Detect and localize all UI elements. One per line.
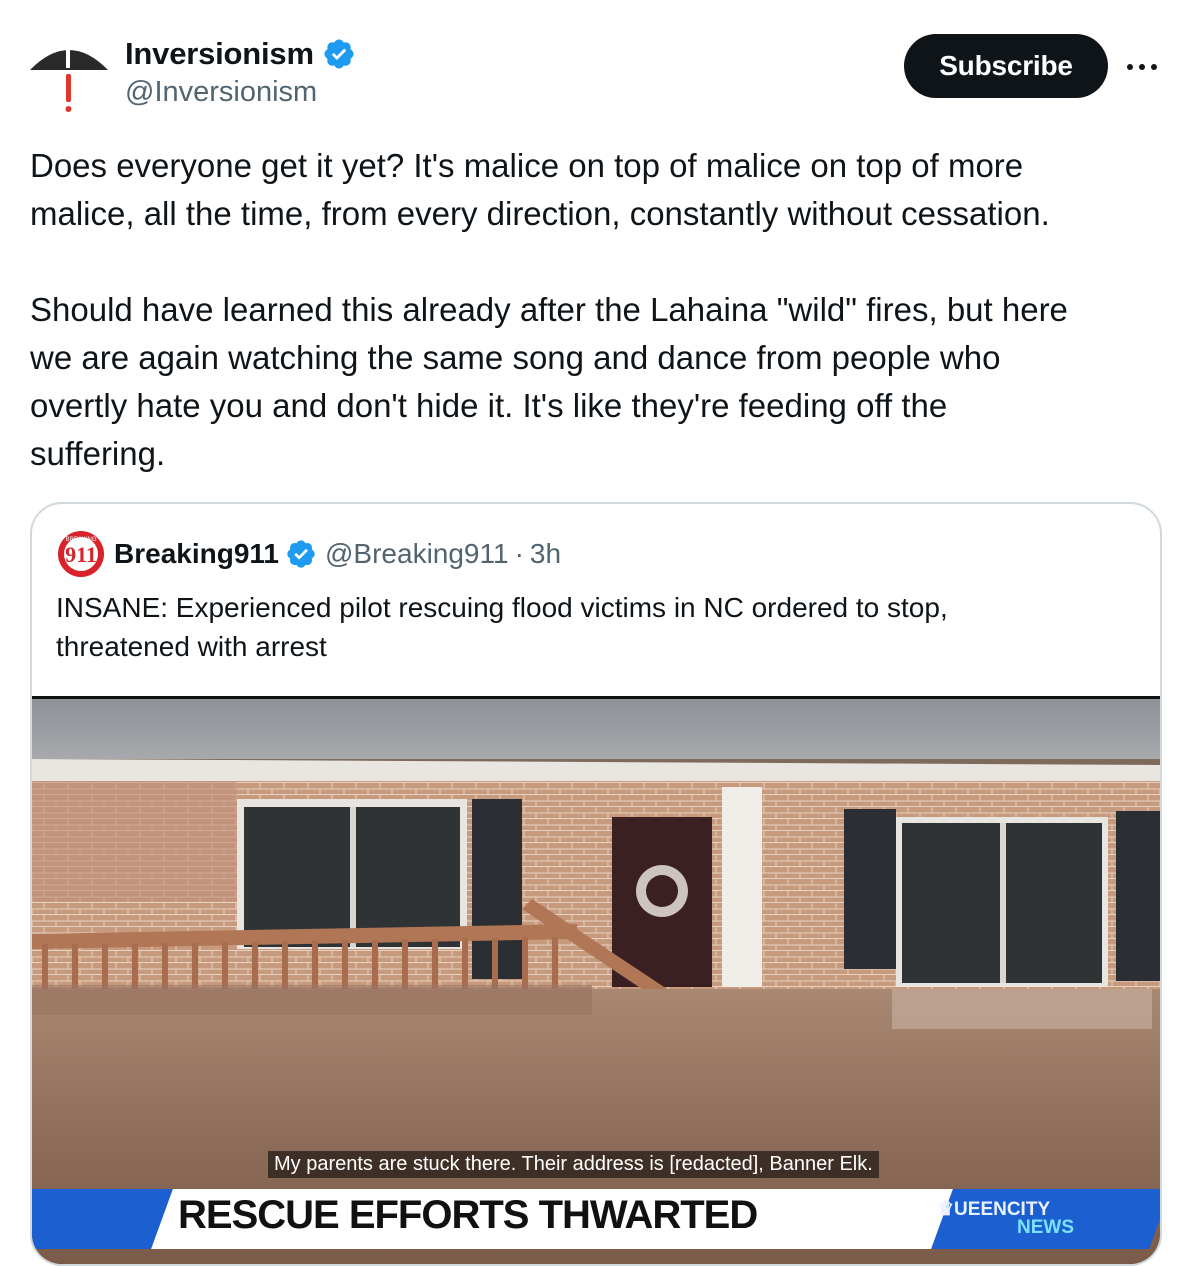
- news-headline: RESCUE EFFORTS THWARTED: [178, 1193, 758, 1237]
- svg-text:BREAKING: BREAKING: [65, 537, 96, 543]
- news-lower-third: RESCUE EFFORTS THWARTED ♛UEENCITY NEWS: [32, 1189, 1160, 1264]
- subscribe-button[interactable]: Subscribe: [904, 34, 1108, 98]
- author-display-name[interactable]: Inversionism: [125, 36, 314, 72]
- quoted-video-thumbnail[interactable]: My parents are stuck there. Their addres…: [32, 696, 1160, 1264]
- video-caption: My parents are stuck there. Their addres…: [268, 1151, 879, 1178]
- svg-text:911: 911: [65, 542, 97, 567]
- tweet-body-text: Does everyone get it yet? It's malice on…: [30, 147, 1068, 472]
- quoted-tweet-card[interactable]: 911 BREAKING Breaking911 @Breaking911 · …: [30, 502, 1162, 1266]
- quoted-handle[interactable]: @Breaking911: [325, 538, 509, 570]
- station-name-line2: NEWS: [1017, 1217, 1074, 1238]
- quoted-display-name[interactable]: Breaking911: [114, 538, 279, 570]
- author-avatar[interactable]: [28, 34, 110, 114]
- separator-dot: ·: [514, 538, 524, 569]
- author-handle[interactable]: @Inversionism: [125, 76, 317, 109]
- quoted-tweet-text: INSANE: Experienced pilot rescuing flood…: [56, 592, 948, 662]
- more-options-icon[interactable]: [1124, 52, 1160, 82]
- breaking911-logo-icon[interactable]: 911 BREAKING: [56, 529, 106, 579]
- quoted-verified-badge-icon: [285, 538, 317, 570]
- umbrella-logo-icon: [30, 40, 108, 112]
- quoted-tweet-header: 911 BREAKING Breaking911 @Breaking911 · …: [56, 529, 561, 579]
- verified-badge-icon: [322, 37, 356, 71]
- tweet-header: Inversionism @Inversionism Subscribe: [0, 0, 1194, 130]
- quoted-timestamp[interactable]: 3h: [530, 538, 561, 570]
- author-name-row[interactable]: Inversionism: [125, 36, 356, 72]
- flooded-house-image: [32, 699, 1160, 1264]
- station-logo: ♛UEENCITY NEWS: [937, 1200, 1074, 1238]
